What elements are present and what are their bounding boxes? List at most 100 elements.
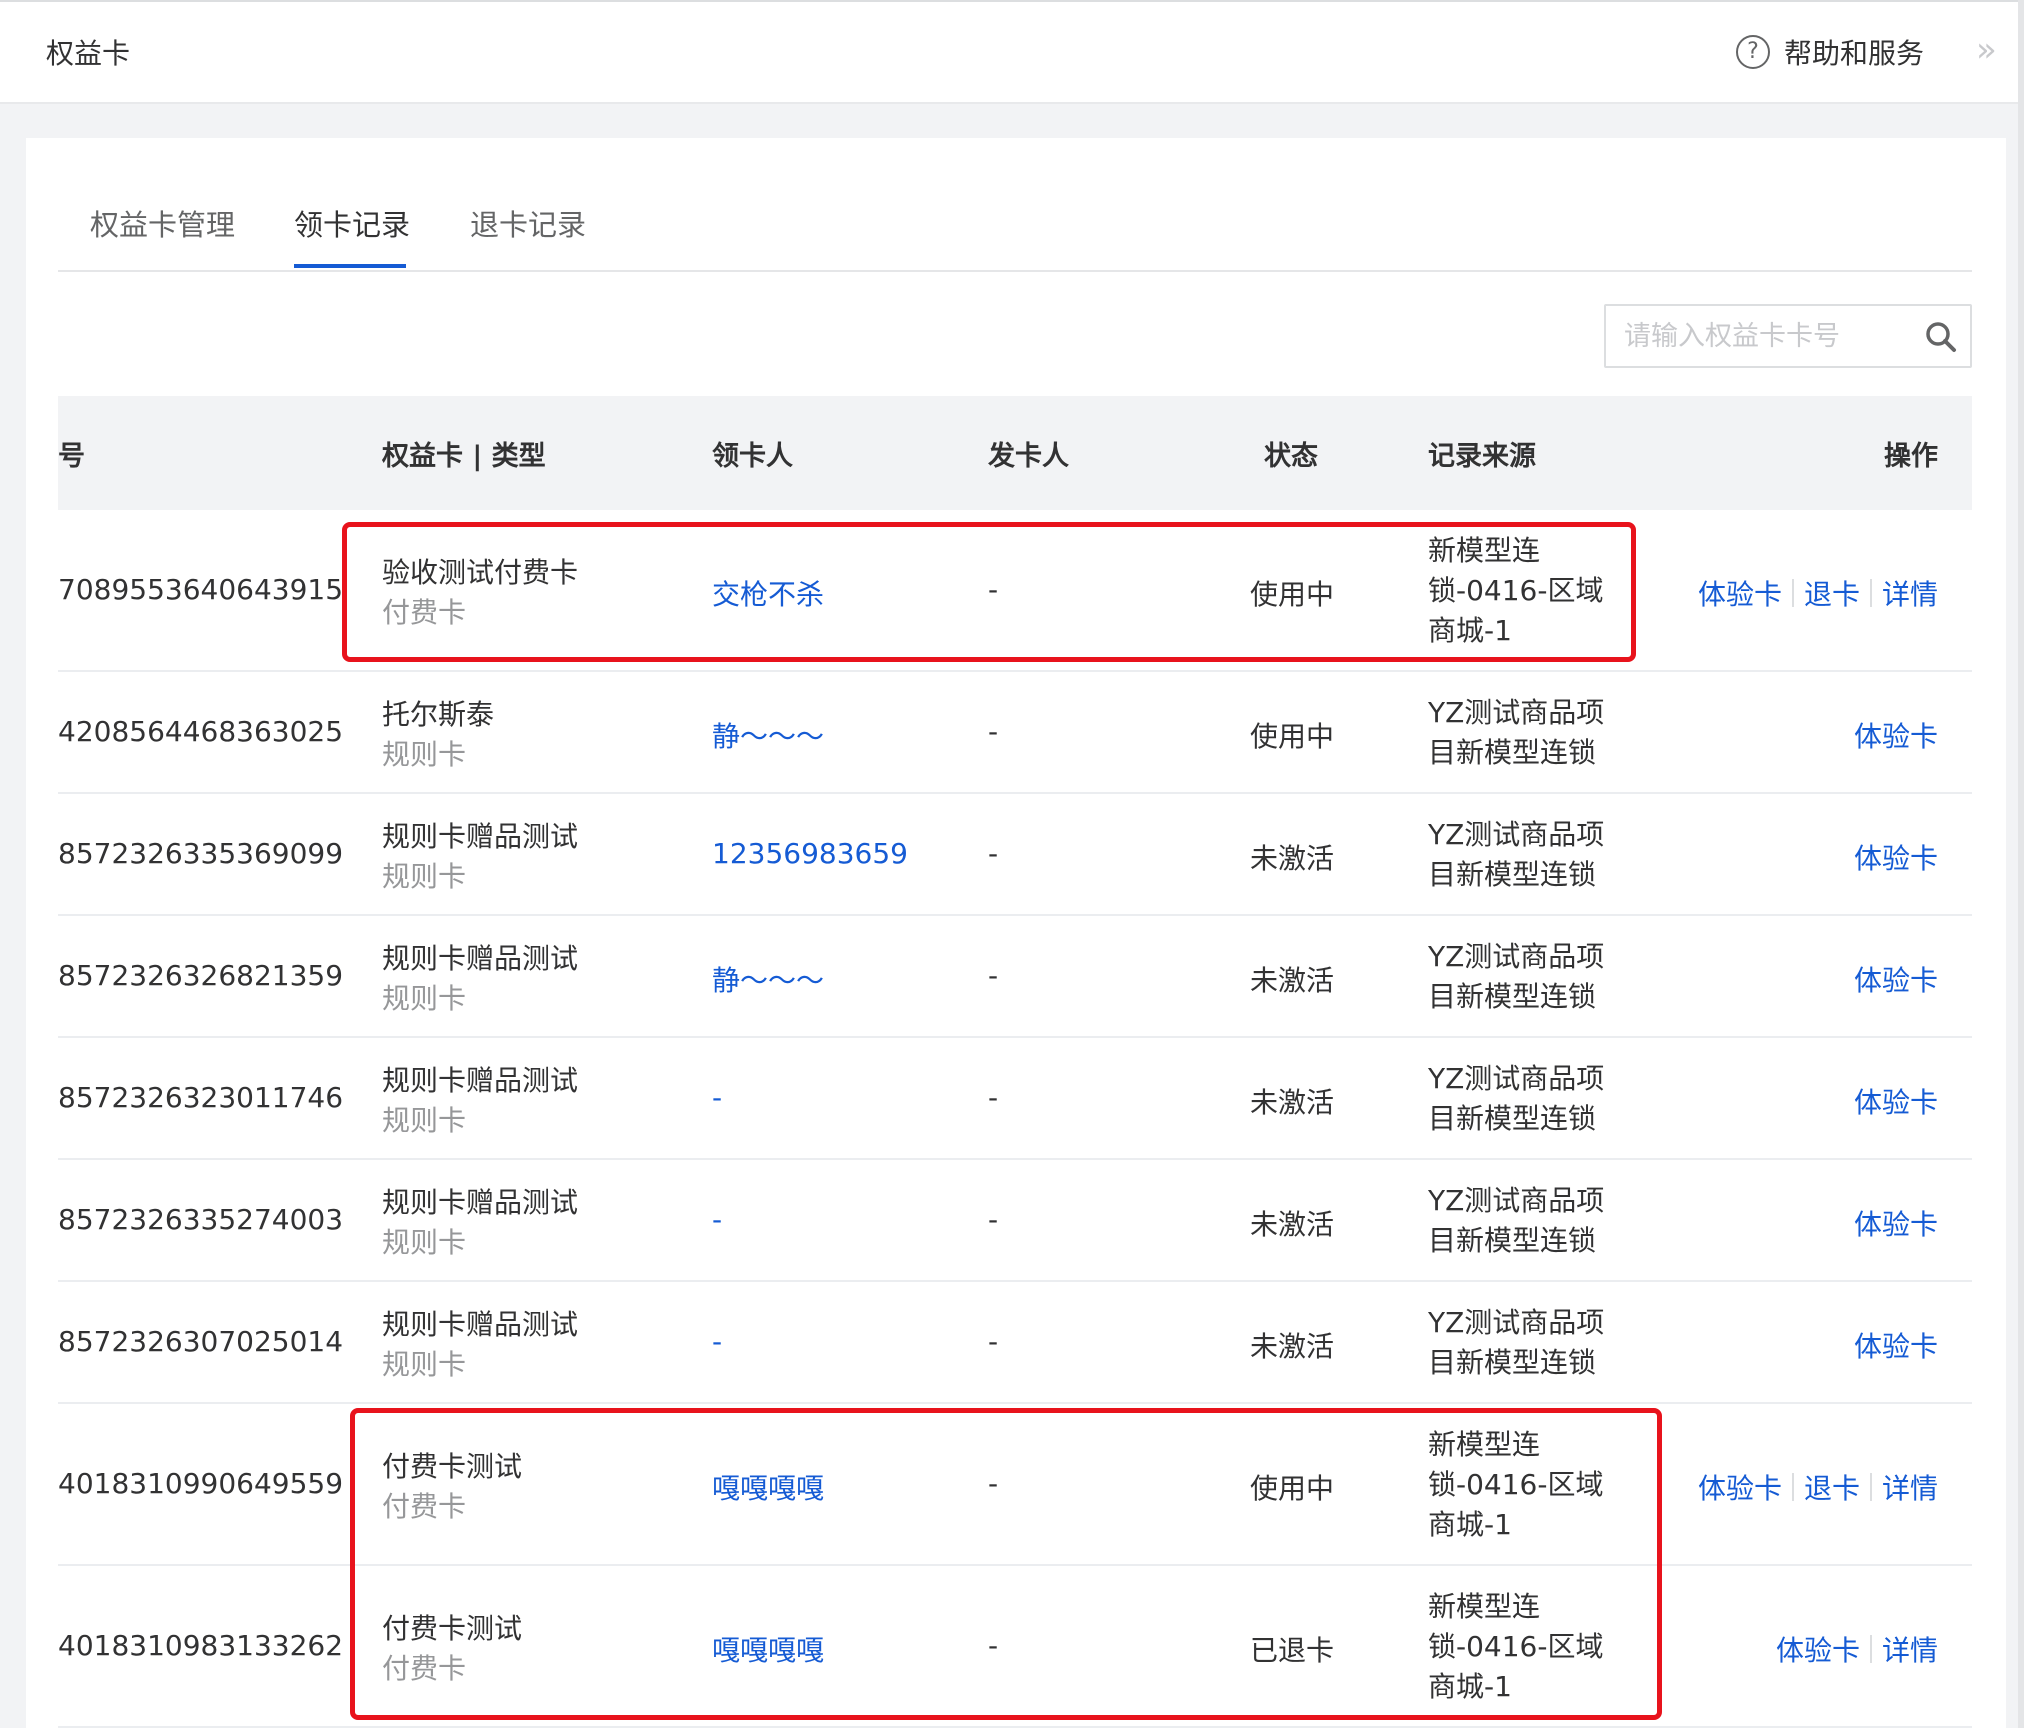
action-divider — [1791, 579, 1794, 607]
trial-card-link[interactable]: 体验卡 — [1776, 1629, 1860, 1669]
trial-card-link[interactable]: 体验卡 — [1854, 715, 1938, 755]
column-card-type: 权益卡 | 类型 — [382, 441, 546, 472]
row-actions: 体验卡 — [1854, 1203, 1938, 1243]
record-source-line: YZ测试商品项 — [1428, 1306, 1605, 1339]
record-source-line: 商城-1 — [1428, 1670, 1512, 1703]
record-source-line: 锁-0416-区域 — [1428, 574, 1604, 607]
help-label: 帮助和服务 — [1784, 37, 1925, 70]
help-and-service-link[interactable]: ? 帮助和服务 — [1736, 32, 1924, 72]
card-type: 付费卡 — [382, 596, 467, 629]
search-input[interactable] — [1624, 316, 1904, 356]
receiver-link[interactable]: 嘎嘎嘎嘎 — [712, 1467, 824, 1507]
card-number: 8572326335369099 — [58, 837, 344, 870]
tab-bar: 权益卡管理 领卡记录 退卡记录 — [58, 132, 1972, 272]
table-row: 8572326323011746 规则卡赠品测试 规则卡 - - 未激活 YZ测试商品项 目新… — [58, 1038, 1972, 1160]
search-icon[interactable] — [1924, 320, 1958, 354]
trial-card-link[interactable]: 体验卡 — [1698, 573, 1782, 613]
card-number: 8572326326821359 — [58, 959, 344, 992]
card-name: 付费卡测试 — [382, 1612, 523, 1645]
column-actions: 操作 — [1884, 441, 1938, 472]
table-row: 4208564468363025 托尔斯泰 规则卡 静～～～ - 使用中 YZ测试商品项 目新… — [58, 672, 1972, 794]
card-type: 付费卡 — [382, 1490, 467, 1523]
card-type: 规则卡 — [382, 738, 467, 771]
record-source-line: 目新模型连锁 — [1428, 736, 1597, 769]
receiver-link[interactable]: 静～～～ — [712, 959, 824, 999]
record-source-line: 锁-0416-区域 — [1428, 1630, 1604, 1663]
card-name: 付费卡测试 — [382, 1450, 523, 1483]
issuer: - — [988, 715, 999, 748]
status: 未激活 — [1250, 1086, 1335, 1119]
receiver-link[interactable]: 静～～～ — [712, 715, 824, 755]
card-number: 8572326323011746 — [58, 1081, 344, 1114]
card-name: 验收测试付费卡 — [382, 556, 579, 589]
status: 未激活 — [1250, 1330, 1335, 1363]
action-divider — [1869, 1635, 1872, 1663]
table-row: 7089553640643915 验收测试付费卡 付费卡 交枪不杀 - 使用中 新模型连 锁-… — [58, 510, 1972, 672]
row-actions: 体验卡 详情 — [1776, 1629, 1938, 1669]
issuer: - — [988, 1203, 999, 1236]
card-name: 规则卡赠品测试 — [382, 1064, 579, 1097]
record-source-line: 目新模型连锁 — [1428, 1102, 1597, 1135]
issuer: - — [988, 1325, 999, 1358]
tab-return-records[interactable]: 退卡记录 — [470, 202, 586, 244]
record-source-line: 目新模型连锁 — [1428, 1346, 1597, 1379]
record-source: 新模型连 锁-0416-区域 商城-1 — [1428, 1587, 1628, 1707]
card-name: 规则卡赠品测试 — [382, 942, 579, 975]
record-source: YZ测试商品项 目新模型连锁 — [1428, 937, 1628, 1017]
return-card-link[interactable]: 退卡 — [1804, 573, 1860, 613]
row-actions: 体验卡 — [1854, 715, 1938, 755]
issuer: - — [988, 837, 999, 870]
trial-card-link[interactable]: 体验卡 — [1698, 1467, 1782, 1507]
trial-card-link[interactable]: 体验卡 — [1854, 837, 1938, 877]
action-divider — [1869, 579, 1872, 607]
trial-card-link[interactable]: 体验卡 — [1854, 1203, 1938, 1243]
issuer: - — [988, 959, 999, 992]
card-name: 规则卡赠品测试 — [382, 820, 579, 853]
record-source-line: 目新模型连锁 — [1428, 858, 1597, 891]
record-source-line: 新模型连 — [1428, 534, 1541, 567]
receiver-link[interactable]: - — [712, 1081, 722, 1114]
status: 使用中 — [1250, 720, 1335, 753]
card-name: 规则卡赠品测试 — [382, 1186, 579, 1219]
table-header: 号 权益卡 | 类型 领卡人 发卡人 状态 记录来源 操作 — [58, 396, 1972, 510]
receiver-link[interactable]: - — [712, 1325, 722, 1358]
record-source-line: YZ测试商品项 — [1428, 818, 1605, 851]
page-title: 权益卡 — [46, 37, 131, 70]
record-source: YZ测试商品项 目新模型连锁 — [1428, 1303, 1628, 1383]
trial-card-link[interactable]: 体验卡 — [1854, 959, 1938, 999]
trial-card-link[interactable]: 体验卡 — [1854, 1081, 1938, 1121]
record-source: YZ测试商品项 目新模型连锁 — [1428, 815, 1628, 895]
record-source-line: 锁-0416-区域 — [1428, 1468, 1604, 1501]
collapse-double-chevron-icon[interactable]: » — [1976, 30, 1997, 70]
table-row: 4018310983133262 付费卡测试 付费卡 嘎嘎嘎嘎 - 已退卡 新模型连 锁-04… — [58, 1566, 1972, 1728]
row-actions: 体验卡 — [1854, 1325, 1938, 1365]
help-icon: ? — [1736, 35, 1770, 69]
status: 未激活 — [1250, 1208, 1335, 1241]
row-actions: 体验卡 — [1854, 837, 1938, 877]
details-link[interactable]: 详情 — [1882, 573, 1938, 613]
issuer: - — [988, 1467, 999, 1500]
tab-card-management[interactable]: 权益卡管理 — [90, 202, 235, 244]
right-scroll-edge — [2018, 0, 2024, 1728]
record-source: YZ测试商品项 目新模型连锁 — [1428, 1181, 1628, 1261]
receiver-link[interactable]: 嘎嘎嘎嘎 — [712, 1629, 824, 1669]
receiver-link[interactable]: - — [712, 1203, 722, 1236]
details-link[interactable]: 详情 — [1882, 1629, 1938, 1669]
return-card-link[interactable]: 退卡 — [1804, 1467, 1860, 1507]
status: 已退卡 — [1250, 1634, 1335, 1667]
details-link[interactable]: 详情 — [1882, 1467, 1938, 1507]
status: 使用中 — [1250, 1472, 1335, 1505]
card-type: 规则卡 — [382, 1348, 467, 1381]
receiver-link[interactable]: 交枪不杀 — [712, 573, 824, 613]
tab-claim-records[interactable]: 领卡记录 — [294, 202, 410, 244]
card-type: 规则卡 — [382, 1104, 467, 1137]
trial-card-link[interactable]: 体验卡 — [1854, 1325, 1938, 1365]
search-box — [1604, 304, 1972, 368]
record-source-line: YZ测试商品项 — [1428, 1062, 1605, 1095]
record-source: 新模型连 锁-0416-区域 商城-1 — [1428, 531, 1628, 651]
card-name: 托尔斯泰 — [382, 698, 495, 731]
receiver-link[interactable]: 12356983659 — [712, 837, 908, 870]
card-number: 4208564468363025 — [58, 715, 344, 748]
table-row: 8572326335369099 规则卡赠品测试 规则卡 12356983659 - 未激… — [58, 794, 1972, 916]
active-tab-indicator — [294, 264, 406, 268]
